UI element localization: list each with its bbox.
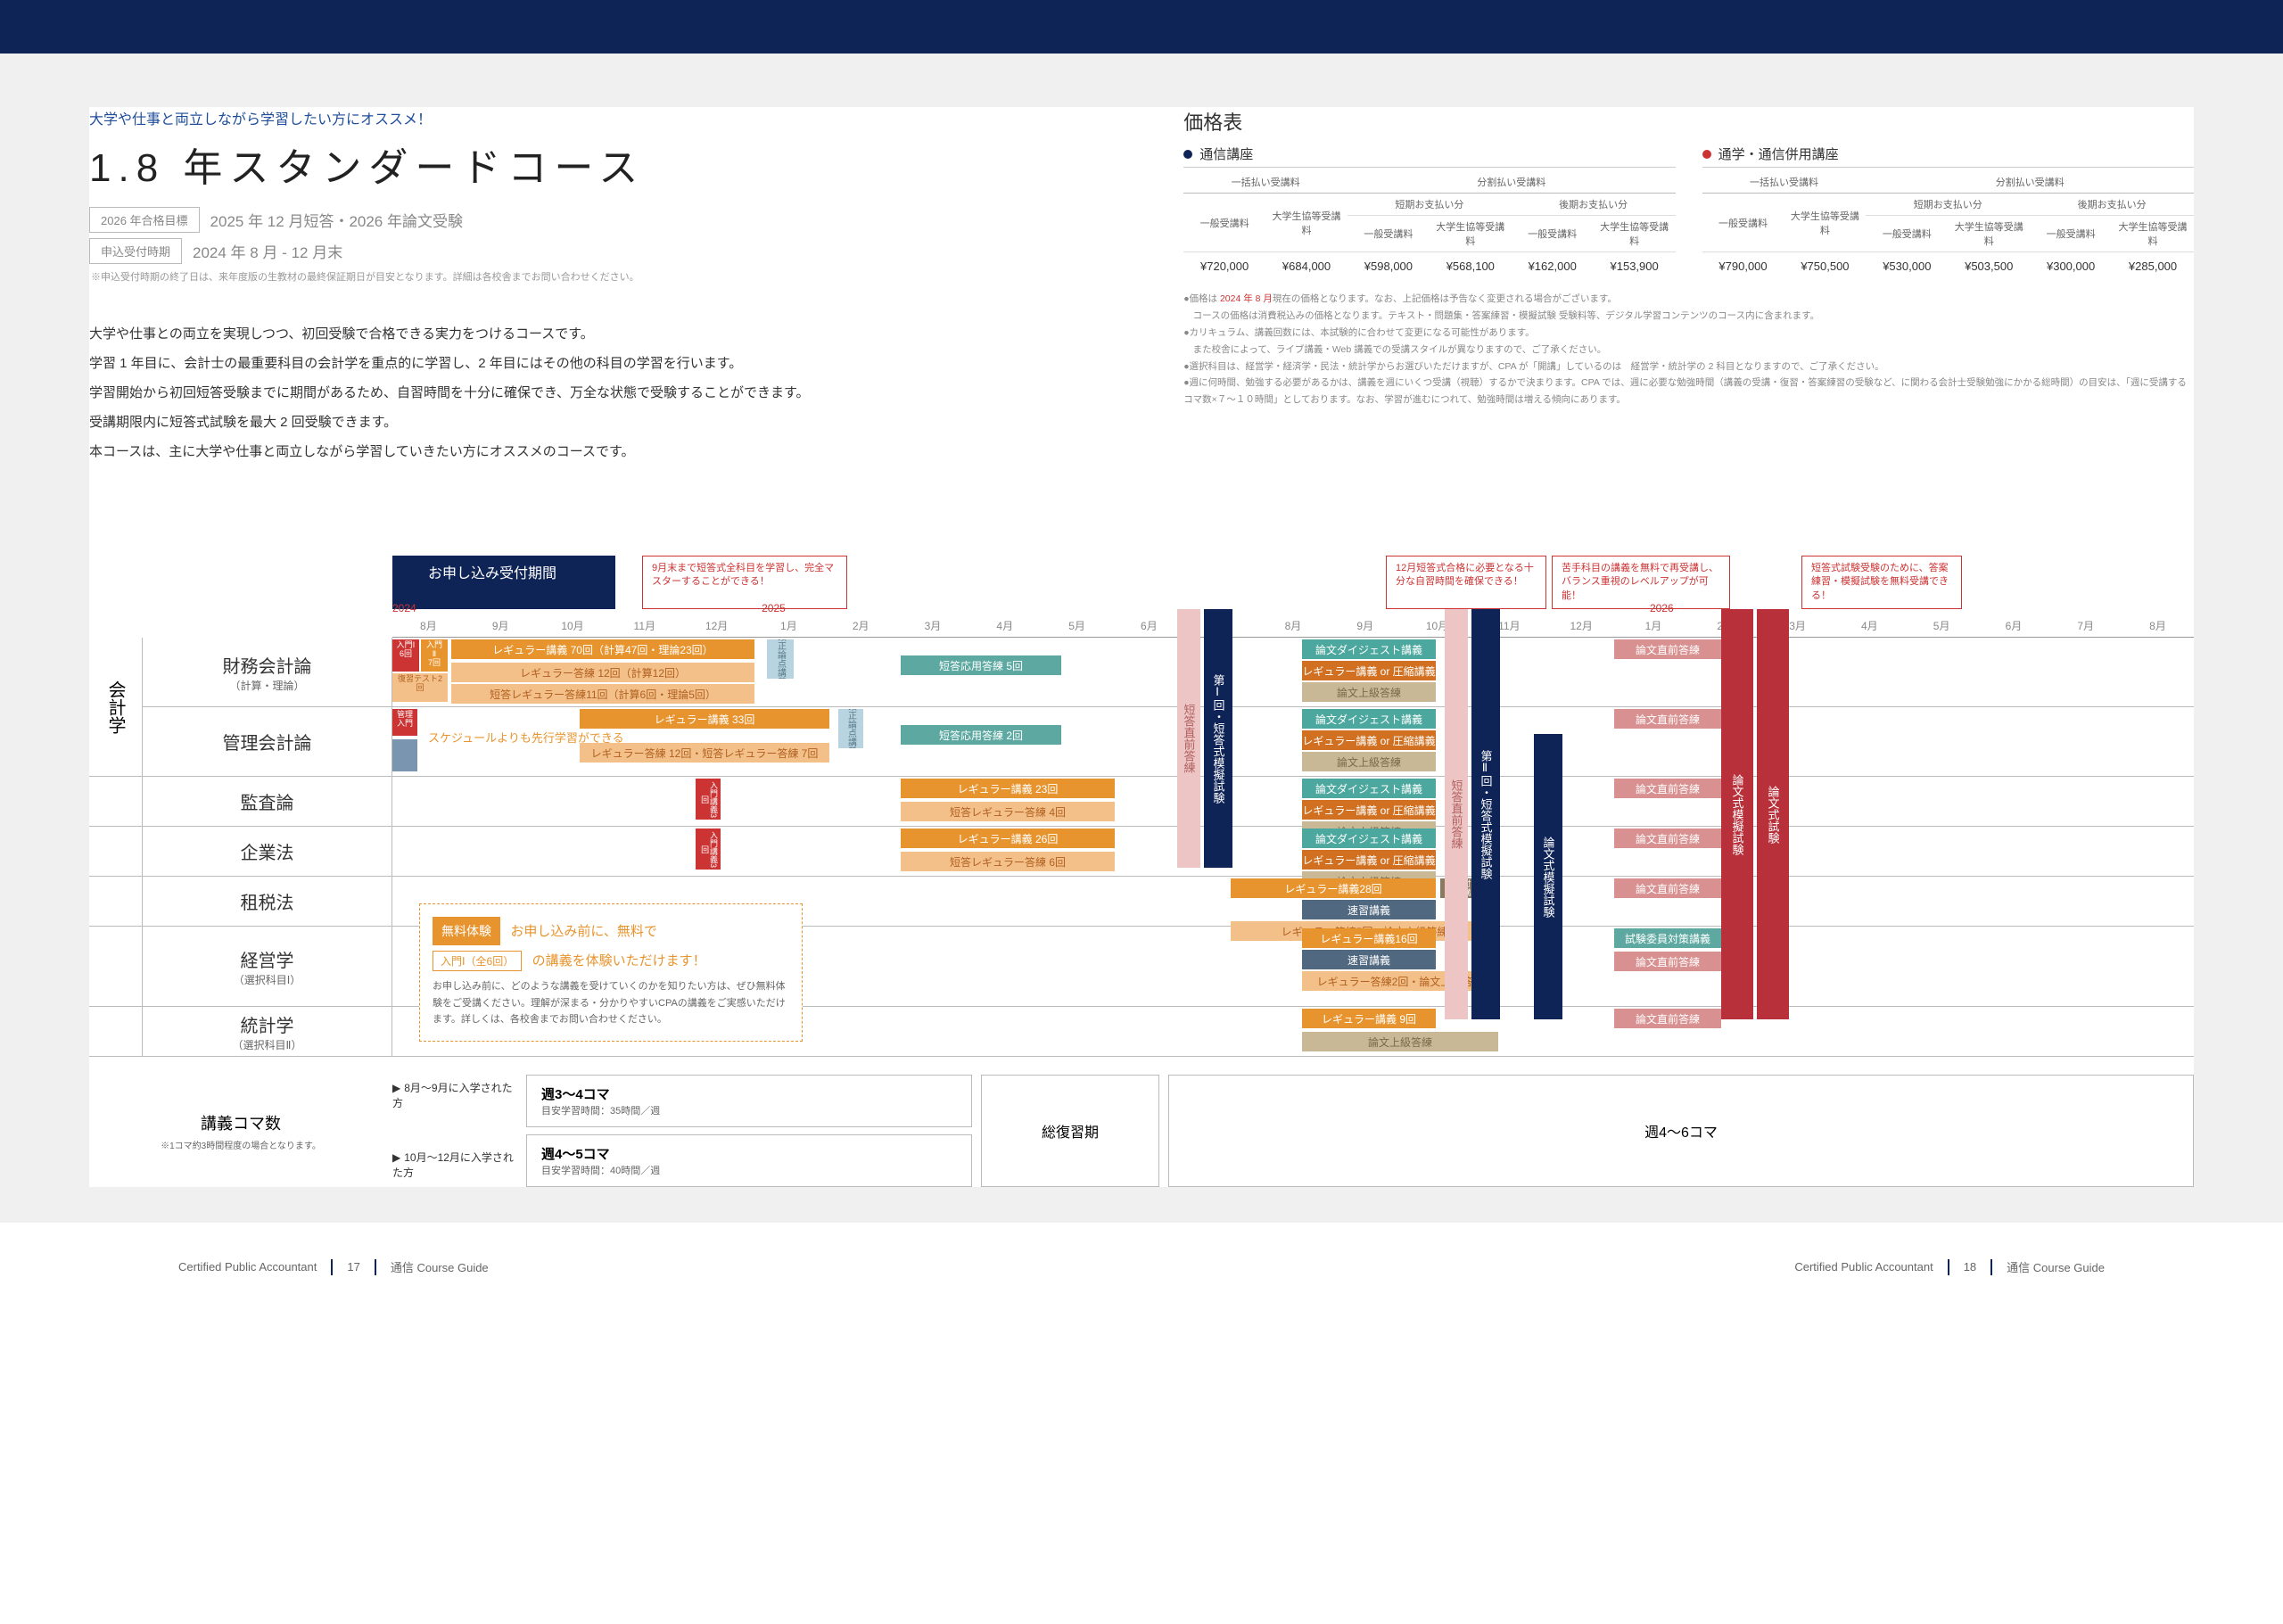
subject-financial: 財務会計論（計算・理論） (143, 638, 392, 706)
bar-regor1: レギュラー講義 or 圧縮講義 (1302, 661, 1436, 680)
intro1-box: 入門Ⅰ6回 (392, 639, 419, 672)
top-navy-bar (0, 0, 2283, 54)
koma-review: 総復習期 (981, 1075, 1159, 1187)
price-table-combined: 一括払い受講料 分割払い受講料 一般受講料 大学生協等受講料 短期お支払い分 後… (1702, 171, 2194, 280)
bar-reg16: レギュラー講義16回 (1302, 928, 1436, 948)
trial-badge: 無料体験 (433, 917, 500, 945)
course-title: 1.8 年スタンダードコース (89, 136, 1148, 193)
bar-kaisei: 改正論点講義 (767, 639, 794, 679)
mgmt-intro-box: 管理入門 (392, 709, 417, 736)
bar-shiken: 試験委員対策講義 (1614, 928, 1721, 948)
bar-reg9: レギュラー講義 9回 (1302, 1009, 1436, 1028)
vbar-ronmoshi: 論文式模擬試験 (1534, 734, 1562, 1019)
bar-reg12: レギュラー答練 12回（計算12回） (451, 663, 754, 682)
bar-tanou5: 短答応用答練 5回 (901, 655, 1061, 675)
koma-box-2: 週4～5コマ 目安学習時間：40時間／週 (526, 1134, 972, 1187)
callout-2: 12月短答式合格に必要となる十分な自習時間を確保できる！ (1386, 556, 1546, 609)
subject-tax: 租税法 (143, 877, 392, 926)
intro2-box: 入門Ⅱ7回 (421, 639, 448, 672)
price-title: 価格表 (1183, 107, 2194, 136)
trial-box: 無料体験 お申し込み前に、無料で 入門Ⅰ（全6回） の講義を体験いただけます！ … (419, 903, 803, 1042)
callout-1: 9月末まで短答式全科目を学習し、完全マスターすることができる！ (642, 556, 847, 609)
dot-red-icon (1702, 150, 1711, 159)
subject-business: 経営学（選択科目Ⅰ） (143, 927, 392, 1006)
price-group-combined: 通学・通信併用講座 (1718, 144, 1839, 163)
koma-late: 週4～6コマ (1168, 1075, 2194, 1187)
target-year-text: 2025 年 12 月短答・2026 年論文受験 (210, 209, 463, 231)
recommend-text: 大学や仕事と両立しながら学習したい方にオススメ！ (89, 107, 1148, 128)
target-year-tag: 2026 年合格目標 (89, 207, 200, 233)
vbar-moshi2: 第Ⅱ回・短答式模擬試験 (1471, 609, 1500, 1019)
bar-reg28: レギュラー講義28回 (1231, 878, 1436, 898)
apply-period-text: 2024 年 8 月 - 12 月末 (193, 240, 342, 262)
bar-reg26: レギュラー講義 26回 (901, 828, 1115, 848)
vbar-tanchoku1: 短答直前答練 (1177, 609, 1200, 868)
koma-label: 講義コマ数 ※1コマ約3時間程度の場合となります。 (89, 1075, 392, 1187)
price-group-online: 通信講座 (1199, 144, 1253, 163)
callout-3: 苦手科目の講義を無料で再受講し、バランス重視のレベルアップが可能！ (1552, 556, 1730, 609)
apply-period-callout: お申し込み受付期間 (392, 556, 615, 609)
bar-reg2ron: レギュラー答練2回・論文上級答練 (1302, 971, 1498, 991)
timeline-header: 2024 2025 2026 8月 9月 10月 11月 12月 1月 2月 3… (392, 614, 2194, 638)
apply-period-tag: 申込受付時期 (89, 238, 182, 264)
callout-4: 短答式試験受験のために、答案練習・模擬試験を無料受講できる！ (1801, 556, 1962, 609)
price-table-online: 一括払い受講料 分割払い受講料 一般受講料 大学生協等受講料 短期お支払い分 後… (1183, 171, 1675, 280)
bar-tanreg4: 短答レギュラー答練 4回 (901, 802, 1115, 821)
bar-reg11: 短答レギュラー答練11回（計算6回・理論5回） (451, 684, 754, 704)
vbar-moshi1: 第Ⅰ回・短答式模擬試験 (1204, 609, 1232, 868)
bar-reg12b: レギュラー答練 12回・短答レギュラー答練 7回 (580, 743, 829, 763)
bar-digest1: 論文ダイジェスト講義 (1302, 639, 1436, 659)
bar-tanou2: 短答応用答練 2回 (901, 725, 1061, 745)
subject-corporate: 企業法 (143, 827, 392, 876)
bar-chokuzen1: 論文直前答練 (1614, 639, 1721, 659)
bar-jokyu1: 論文上級答練 (1302, 682, 1436, 702)
subject-audit: 監査論 (143, 777, 392, 826)
bar-reg33: レギュラー講義 33回 (580, 709, 829, 729)
footer: Certified Public Accountant 17 通信 Course… (0, 1223, 2283, 1293)
price-notes: ●価格は 2024 年 8 月現在の価格となります。なお、上記価格は予告なく変更… (1183, 291, 2194, 408)
subject-statistics: 統計学（選択科目Ⅱ） (143, 1007, 392, 1056)
vbar-tanchoku2: 短答直前答練 (1445, 609, 1468, 1019)
bar-tanreg6: 短答レギュラー答練 6回 (901, 852, 1115, 871)
vbar-ronshiken2: 論文式試験 (1757, 609, 1789, 1019)
bar-reg70: レギュラー講義 70回（計算47回・理論23回） (451, 639, 754, 659)
category-accounting: 会計学 (89, 638, 143, 777)
bar-reg23: レギュラー講義 23回 (901, 779, 1115, 798)
description-block: 大学や仕事との両立を実現しつつ、初回受験で合格できる実力をつけるコースです。 学… (89, 319, 1148, 466)
apply-period-note: ※申込受付時期の終了日は、来年度版の生教材の最終保証期日が目安となります。詳細は… (91, 269, 1148, 284)
test-box: 復習テスト2回 (392, 673, 448, 702)
koma-box-1: 週3～4コマ 目安学習時間：35時間／週 (526, 1075, 972, 1127)
subject-management: 管理会計論 (143, 707, 392, 776)
dot-navy-icon (1183, 150, 1192, 159)
vbar-ronshiken1: 論文式模擬試験 (1721, 609, 1753, 1019)
